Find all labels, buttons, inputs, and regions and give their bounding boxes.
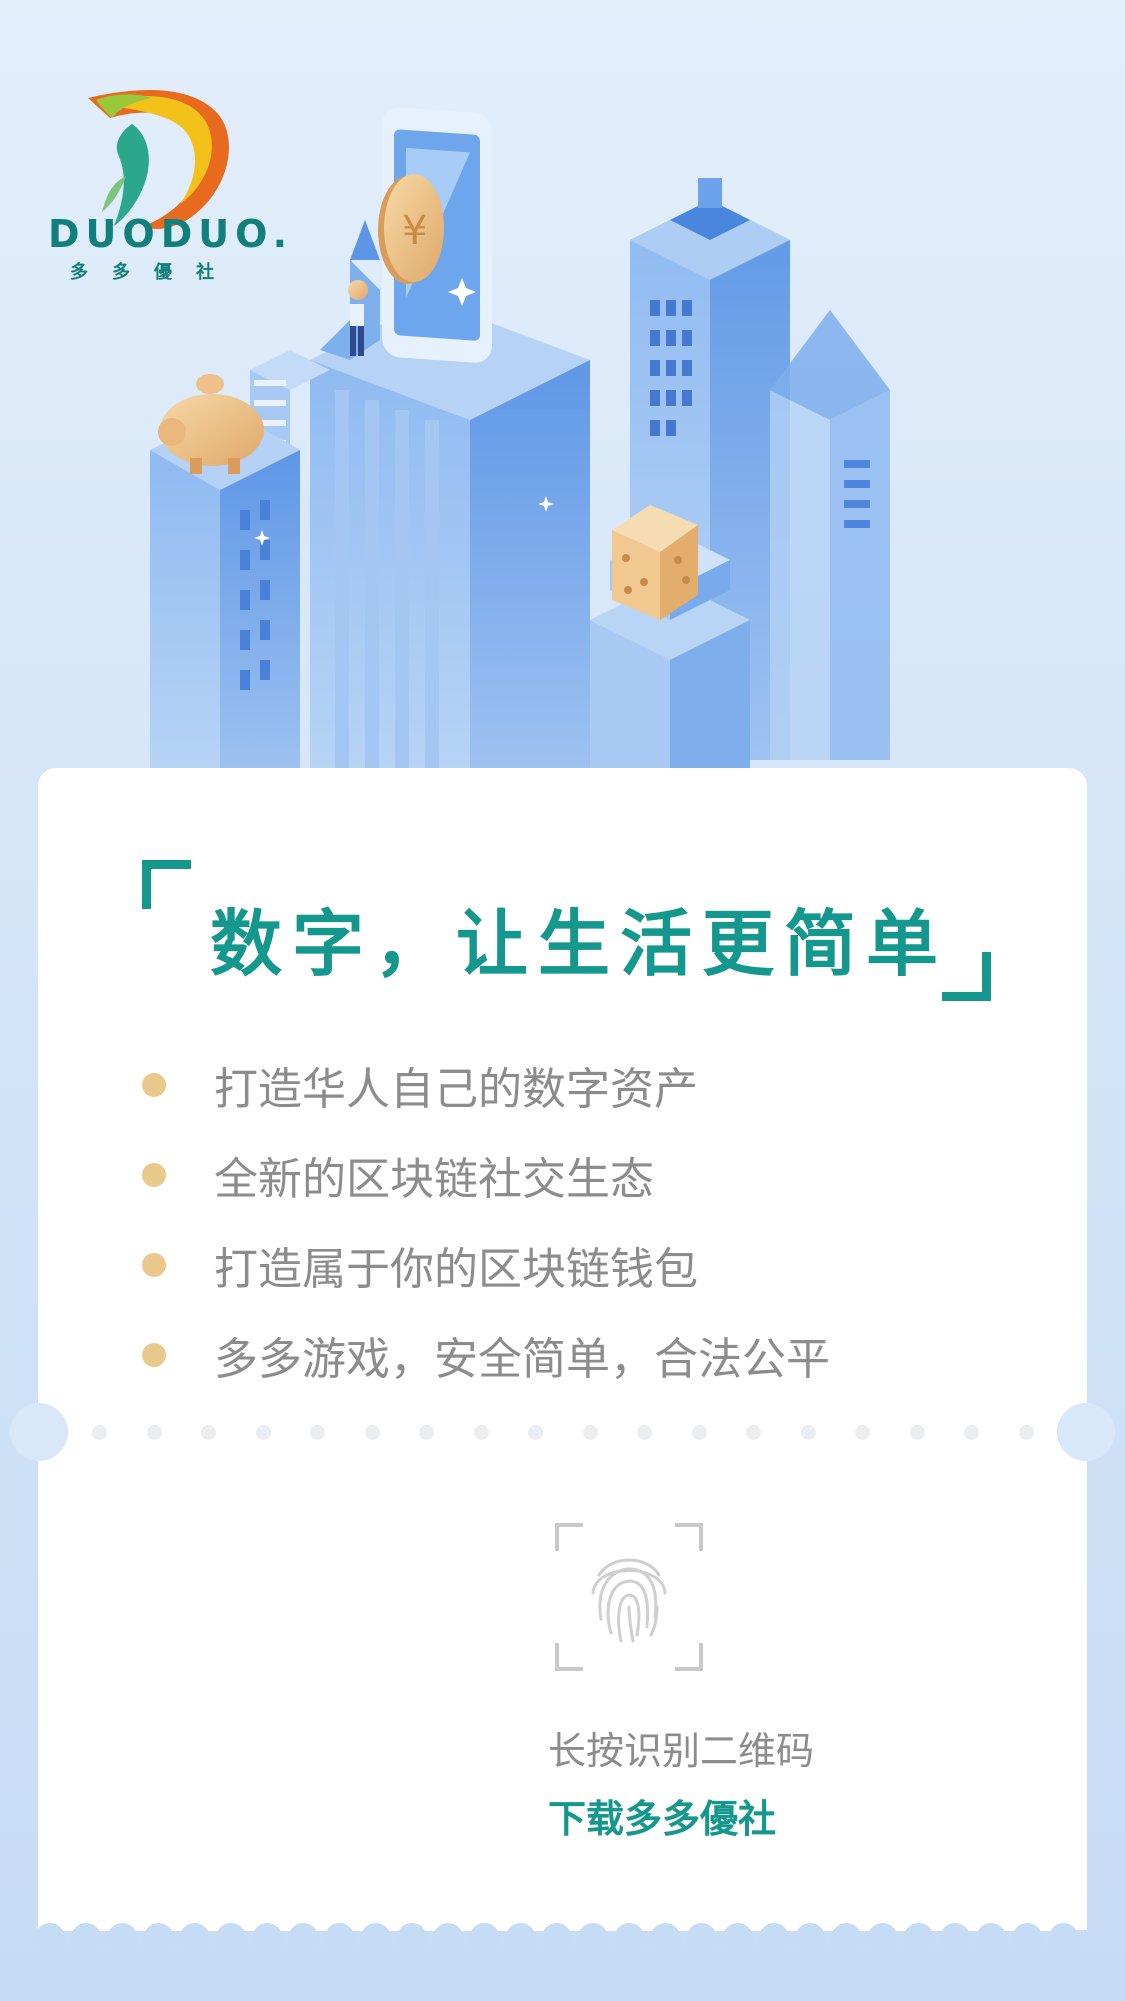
tower-spire [770, 310, 890, 760]
bullet-dot [142, 1073, 166, 1097]
perforation-dot [800, 1425, 816, 1440]
feature-text: 全新的区块链社交生态 [214, 1154, 654, 1205]
perforation-dot [855, 1425, 870, 1440]
fingerprint-icon[interactable] [555, 1523, 703, 1671]
feature-text: 多多游戏，安全简单，合法公平 [214, 1334, 830, 1385]
quote-bracket-open [142, 860, 191, 909]
dice-icon [612, 505, 698, 620]
perforation-dot [528, 1425, 543, 1440]
perforation-dot [419, 1425, 434, 1440]
bullet-dot [142, 1343, 166, 1367]
perforation-dot [201, 1425, 216, 1440]
perforation-line [92, 1425, 1036, 1441]
feature-item: 打造属于你的区块链钱包 [142, 1220, 830, 1310]
perforation-dot [255, 1425, 271, 1440]
isometric-city-illustration: ¥ [150, 107, 890, 780]
feature-item: 多多游戏，安全简单，合法公平 [142, 1310, 830, 1400]
perforation-dot [691, 1425, 707, 1440]
qr-hint-text: 长按识别二维码 [548, 1729, 815, 1773]
feature-list: 打造华人自己的数字资产 全新的区块链社交生态 打造属于你的区块链钱包 多多游戏，… [142, 1040, 830, 1400]
feature-text: 打造属于你的区块链钱包 [214, 1244, 698, 1295]
perforation-dot [1018, 1425, 1034, 1440]
feature-text: 打造华人自己的数字资产 [214, 1064, 698, 1115]
feature-item: 全新的区块链社交生态 [142, 1130, 830, 1220]
perforation-dot [92, 1425, 107, 1440]
perforation-dot [473, 1425, 489, 1440]
perforation-dot [310, 1425, 325, 1440]
perforation-dot [582, 1425, 598, 1440]
ticket-scalloped-edge [35, 1908, 1087, 1948]
ticket-notch-left [10, 1403, 68, 1461]
perforation-dot [364, 1425, 380, 1440]
perforation-dot [146, 1425, 162, 1440]
gold-coin-icon: ¥ [378, 174, 444, 284]
perforation-dot [909, 1425, 925, 1440]
ticket-notch-right [1057, 1403, 1115, 1461]
bullet-dot [142, 1253, 166, 1277]
perforation-dot [637, 1425, 652, 1440]
quote-bracket-close [942, 952, 991, 1001]
headline: 数字，让生活更简单 [210, 902, 949, 986]
feature-item: 打造华人自己的数字资产 [142, 1040, 830, 1130]
perforation-dot [964, 1425, 979, 1440]
perforation-dot [746, 1425, 761, 1440]
download-cta[interactable]: 下载多多優社 [548, 1788, 776, 1843]
bullet-dot [142, 1163, 166, 1187]
tower-left [150, 410, 300, 780]
svg-text:¥: ¥ [402, 208, 427, 254]
